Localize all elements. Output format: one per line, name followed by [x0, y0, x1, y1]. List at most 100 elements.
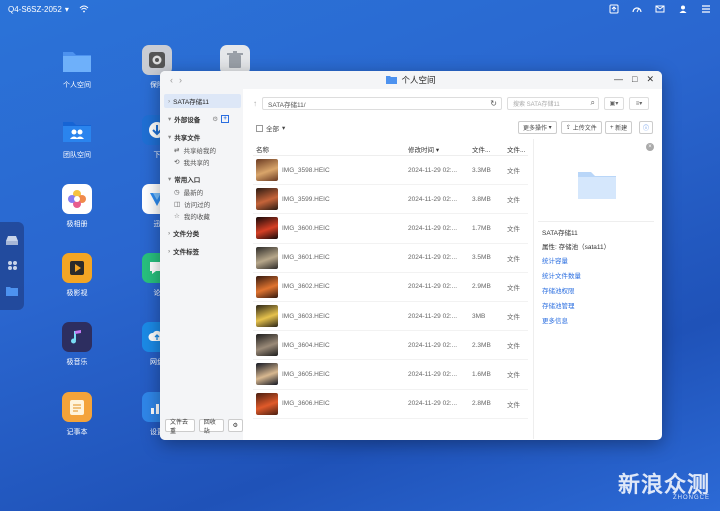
image-thumbnail: [256, 217, 278, 240]
file-row[interactable]: IMG_3606.HEIC 2024-11-29 02:... 2.8MB 文件: [253, 390, 528, 419]
window-title: 个人空间: [401, 75, 436, 85]
sidebar-group-external[interactable]: ▾ 外部设备 ⚙ +: [160, 112, 243, 126]
sidebar-item-sata[interactable]: › SATA存储11: [164, 94, 241, 108]
storage-icon[interactable]: [6, 235, 18, 247]
file-modified: 2024-11-29 02:...: [408, 312, 458, 320]
add-icon[interactable]: +: [221, 115, 230, 123]
maximize-icon[interactable]: □: [632, 74, 637, 85]
sidebar-group-shared[interactable]: ▾ 共享文件: [160, 130, 243, 144]
info-button[interactable]: ⓘ: [639, 121, 653, 134]
desktop-icon-music[interactable]: 极音乐: [47, 322, 107, 367]
search-input[interactable]: 搜索 SATA存储11 ⌕: [507, 97, 599, 110]
details-panel: × SATA存储11 属性: 存储池（sata11） 统计容量 统计文件数量 存…: [533, 139, 658, 439]
file-size: 1.7MB: [472, 224, 491, 232]
sidebar-item-label: 共享给我的: [183, 148, 216, 155]
star-icon: ☆: [174, 213, 180, 220]
recycle-bin-button[interactable]: 回收站: [198, 419, 224, 435]
sidebar-item-shared-to-me[interactable]: ⇄ 共享给我的: [160, 144, 243, 156]
close-icon[interactable]: ✕: [646, 74, 654, 85]
refresh-icon[interactable]: ↻: [490, 99, 497, 108]
file-modified: 2024-11-29 02:...: [408, 254, 458, 262]
file-row[interactable]: IMG_3603.HEIC 2024-11-29 02:... 3MB 文件: [253, 302, 528, 332]
desktop-icon-video[interactable]: 极影视: [47, 253, 107, 298]
select-all-checkbox[interactable]: 全部 ▾: [256, 123, 285, 133]
file-row[interactable]: IMG_3599.HEIC 2024-11-29 02:... 3.8MB 文件: [253, 185, 528, 215]
file-modified: 2024-11-29 02:...: [408, 341, 458, 349]
link-stat-file-count[interactable]: 统计文件数量: [542, 270, 581, 280]
link-more-info[interactable]: 更多信息: [542, 315, 568, 325]
speed-icon[interactable]: [631, 3, 643, 15]
notes-icon: [62, 392, 92, 422]
up-arrow-icon[interactable]: ↑: [253, 99, 257, 108]
upload-button[interactable]: ⇪ 上传文件: [561, 121, 602, 134]
sidebar-group-tags[interactable]: › 文件标签: [160, 244, 243, 258]
path-field[interactable]: SATA存储11/ ↻: [262, 97, 502, 110]
file-type: 文件: [507, 197, 520, 205]
sidebar-item-label: SATA存储11: [173, 99, 209, 106]
minimize-icon[interactable]: —: [614, 74, 623, 85]
sidebar-item-label: 访问过的: [184, 202, 211, 209]
column-size[interactable]: 文件...: [472, 144, 507, 154]
desktop-icon-personal-space[interactable]: 个人空间: [47, 45, 107, 90]
file-type: 文件: [507, 226, 520, 234]
file-name: IMG_3603.HEIC: [282, 312, 330, 320]
back-icon[interactable]: ‹: [170, 75, 173, 85]
sidebar-item-my-shared[interactable]: ⟲ 我共享的: [160, 156, 243, 168]
link-icon: ⟲: [174, 159, 180, 166]
search-icon[interactable]: ⌕: [591, 98, 595, 108]
file-row[interactable]: IMG_3598.HEIC 2024-11-29 02:... 3.3MB 文件: [253, 156, 528, 186]
thumbnail-view-button[interactable]: ▣▾: [604, 97, 624, 110]
sidebar-item-label: 我共享的: [183, 160, 210, 167]
gear-icon[interactable]: ⚙: [212, 115, 218, 123]
sidebar-item-visited[interactable]: ◫ 访问过的: [160, 198, 243, 210]
desktop-icon-notes[interactable]: 记事本: [47, 392, 107, 437]
dedupe-button[interactable]: 文件去重: [165, 419, 195, 435]
column-modified[interactable]: 修改时间 ▾: [408, 144, 472, 154]
more-actions-button[interactable]: 更多操作 ▾: [518, 121, 557, 134]
user-icon[interactable]: [677, 3, 689, 15]
link-pool-management[interactable]: 存储池管理: [542, 300, 575, 310]
file-name-cell: IMG_3605.HEIC: [253, 363, 408, 386]
path-text: SATA存储11/: [268, 101, 306, 109]
list-view-button[interactable]: ≡▾: [629, 97, 649, 110]
desktop-icon-team-space[interactable]: 团队空间: [47, 115, 107, 160]
file-modified: 2024-11-29 02:...: [408, 400, 458, 408]
file-name: IMG_3604.HEIC: [282, 341, 330, 349]
share-icon: ⇄: [174, 147, 180, 154]
upload-icon[interactable]: [608, 3, 620, 15]
folder-icon: [62, 45, 92, 75]
watermark-text: 新浪众测: [617, 472, 710, 497]
list-icon: ≡▾: [635, 101, 643, 107]
gear-icon: ⚙: [232, 423, 238, 429]
sidebar-item-recent[interactable]: ◷ 最新的: [160, 186, 243, 198]
forward-icon[interactable]: ›: [179, 75, 182, 85]
link-stat-capacity[interactable]: 统计容量: [542, 255, 568, 265]
image-thumbnail: [256, 392, 278, 415]
apps-grid-icon[interactable]: [7, 260, 18, 273]
sidebar-item-favorites[interactable]: ☆ 我的收藏: [160, 210, 243, 222]
sort-down-icon: ▾: [435, 146, 440, 154]
desktop-icon-photos[interactable]: 极相册: [47, 184, 107, 229]
sidebar-group-common[interactable]: ▾ 常用入口: [160, 172, 243, 186]
file-type: 文件: [507, 401, 520, 409]
menu-icon[interactable]: [700, 3, 712, 15]
chevron-down-icon: ▾: [64, 4, 69, 14]
sidebar-group-categories[interactable]: › 文件分类: [160, 226, 243, 240]
device-selector[interactable]: Q4-S6SZ-2052 ▾: [8, 3, 90, 15]
settings-button[interactable]: ⚙: [227, 419, 243, 432]
file-row[interactable]: IMG_3604.HEIC 2024-11-29 02:... 2.3MB 文件: [253, 331, 528, 361]
new-button[interactable]: + 新建: [605, 121, 633, 134]
file-list-header: 名称 修改时间 ▾ 文件... 文件...: [253, 142, 528, 156]
column-name[interactable]: 名称: [253, 144, 408, 154]
column-type[interactable]: 文件...: [507, 144, 527, 154]
link-pool-permissions[interactable]: 存储池权限: [542, 285, 575, 295]
chevron-right-icon: ›: [168, 97, 171, 105]
file-row[interactable]: IMG_3600.HEIC 2024-11-29 02:... 1.7MB 文件: [253, 214, 528, 244]
file-row[interactable]: IMG_3602.HEIC 2024-11-29 02:... 2.9MB 文件: [253, 273, 528, 302]
file-name-cell: IMG_3606.HEIC: [253, 392, 408, 415]
message-icon[interactable]: [654, 3, 666, 15]
info-icon: ⓘ: [643, 126, 650, 132]
file-row[interactable]: IMG_3601.HEIC 2024-11-29 02:... 3.5MB 文件: [253, 244, 528, 273]
file-row[interactable]: IMG_3605.HEIC 2024-11-29 02:... 1.6MB 文件: [253, 360, 528, 390]
folder-icon[interactable]: [6, 286, 18, 298]
